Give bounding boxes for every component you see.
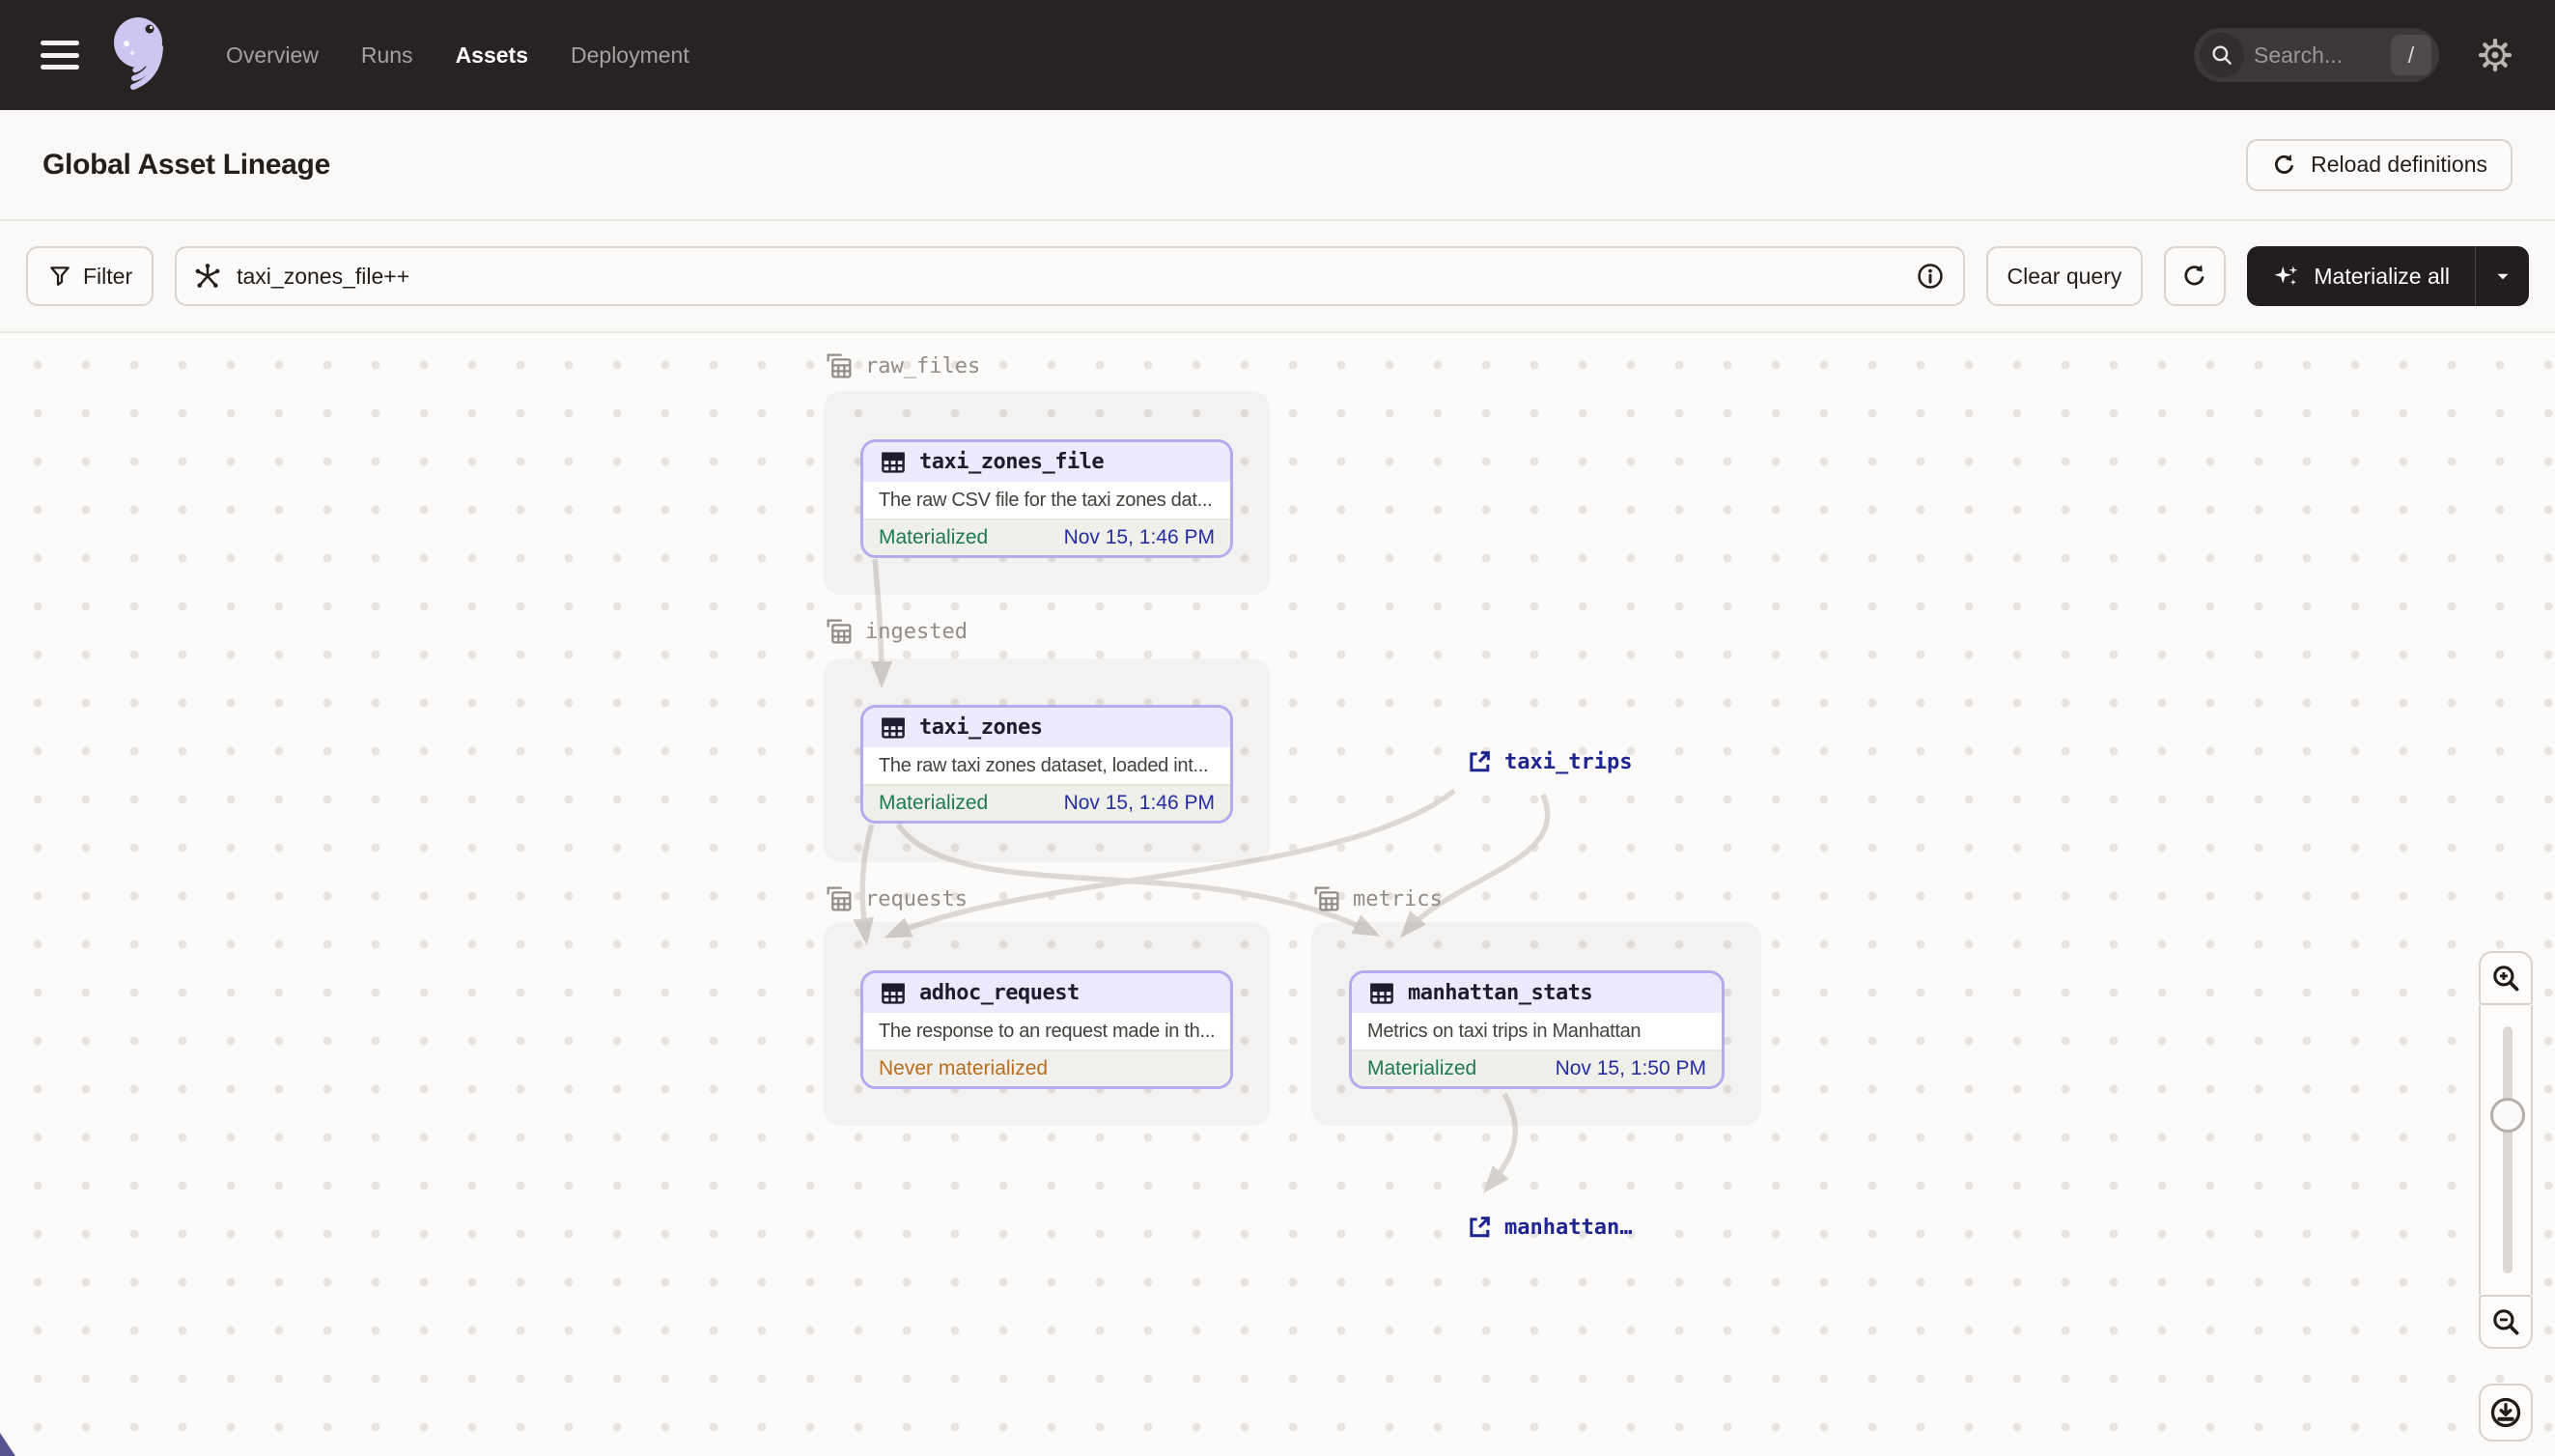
app-root: Overview Runs Assets Deployment / xyxy=(0,0,2555,1456)
table-icon xyxy=(879,714,908,742)
zoom-in-button[interactable] xyxy=(2479,951,2533,1005)
materialization-timestamp[interactable]: Nov 15, 1:46 PM xyxy=(1064,526,1215,549)
caret-down-icon xyxy=(2492,266,2513,287)
asset-node-taxi-zones-file[interactable]: taxi_zones_file The raw CSV file for the… xyxy=(860,439,1233,558)
sparkles-icon xyxy=(2272,262,2301,291)
app-header: Overview Runs Assets Deployment / xyxy=(0,0,2555,110)
hamburger-menu-icon[interactable] xyxy=(41,41,79,70)
table-icon xyxy=(879,448,908,477)
nav-item-overview[interactable]: Overview xyxy=(226,42,319,69)
group-label-ingested[interactable]: ingested xyxy=(824,616,968,647)
asset-description: The raw CSV file for the taxi zones dat.… xyxy=(863,482,1230,518)
nav-item-runs[interactable]: Runs xyxy=(361,42,413,69)
zoom-out-button[interactable] xyxy=(2479,1295,2533,1349)
asset-name: adhoc_request xyxy=(919,981,1080,1005)
asset-description: The raw taxi zones dataset, loaded int..… xyxy=(863,747,1230,784)
filter-label: Filter xyxy=(83,263,133,289)
external-asset-name: manhattan… xyxy=(1504,1215,1633,1240)
asset-node-header: taxi_zones xyxy=(863,708,1230,747)
lineage-toolbar: Filter Clear query xyxy=(0,221,2555,333)
group-label-raw-files[interactable]: raw_files xyxy=(824,350,980,381)
asset-query-input[interactable] xyxy=(175,246,1965,306)
external-link-icon xyxy=(1466,1214,1493,1241)
asset-description: Metrics on taxi trips in Manhattan xyxy=(1352,1013,1722,1050)
info-icon[interactable] xyxy=(1915,261,1946,292)
recenter-graph-button[interactable] xyxy=(2479,1384,2533,1442)
table-icon xyxy=(879,979,908,1008)
clear-query-button[interactable]: Clear query xyxy=(1985,246,2144,306)
search-icon xyxy=(2200,33,2244,77)
external-asset-manhattan[interactable]: manhattan… xyxy=(1466,1214,1632,1241)
asset-graph-icon xyxy=(192,261,223,292)
status-badge: Materialized xyxy=(879,526,989,548)
refresh-graph-button[interactable] xyxy=(2164,246,2227,306)
nav-item-assets[interactable]: Assets xyxy=(456,42,528,69)
dagster-logo-icon[interactable] xyxy=(112,16,172,94)
group-table-icon xyxy=(824,616,855,647)
asset-name: taxi_zones xyxy=(919,715,1043,740)
asset-name: taxi_zones_file xyxy=(919,450,1105,474)
global-search[interactable]: / xyxy=(2194,28,2439,82)
search-input[interactable] xyxy=(2244,42,2391,69)
asset-status-row: Materialized Nov 15, 1:46 PM xyxy=(863,784,1230,821)
status-badge: Materialized xyxy=(879,792,989,814)
external-link-icon xyxy=(1466,748,1493,775)
external-asset-name: taxi_trips xyxy=(1504,749,1633,774)
refresh-icon xyxy=(2180,262,2209,291)
group-name: requests xyxy=(865,886,968,911)
table-icon xyxy=(1367,979,1396,1008)
asset-node-manhattan-stats[interactable]: manhattan_stats Metrics on taxi trips in… xyxy=(1349,970,1725,1089)
search-shortcut-badge: / xyxy=(2391,35,2431,75)
reload-definitions-label: Reload definitions xyxy=(2311,152,2487,177)
zoom-slider-thumb[interactable] xyxy=(2490,1098,2525,1133)
asset-node-adhoc-request[interactable]: adhoc_request The response to an request… xyxy=(860,970,1233,1089)
nav-item-deployment[interactable]: Deployment xyxy=(571,42,689,69)
asset-node-header: manhattan_stats xyxy=(1352,973,1722,1013)
asset-query-field xyxy=(175,246,1965,306)
status-badge: Materialized xyxy=(1367,1057,1477,1079)
asset-node-taxi-zones[interactable]: taxi_zones The raw taxi zones dataset, l… xyxy=(860,705,1233,824)
asset-status-row: Materialized Nov 15, 1:50 PM xyxy=(1352,1050,1722,1086)
group-table-icon xyxy=(1311,883,1342,914)
materialize-options-button[interactable] xyxy=(2475,246,2529,306)
clear-query-label: Clear query xyxy=(2007,263,2122,289)
materialize-all-label: Materialize all xyxy=(2314,263,2450,289)
refresh-icon xyxy=(2271,152,2298,179)
asset-node-header: adhoc_request xyxy=(863,973,1230,1013)
reload-definitions-button[interactable]: Reload definitions xyxy=(2246,138,2513,191)
asset-status-row: Materialized Nov 15, 1:46 PM xyxy=(863,518,1230,555)
materialize-all-split-button: Materialize all xyxy=(2247,246,2529,306)
asset-node-header: taxi_zones_file xyxy=(863,442,1230,482)
materialization-timestamp[interactable]: Nov 15, 1:46 PM xyxy=(1064,792,1215,815)
group-table-icon xyxy=(824,350,855,381)
asset-description: The response to an request made in th... xyxy=(863,1013,1230,1050)
page-title-bar: Global Asset Lineage Reload definitions xyxy=(0,110,2555,221)
group-table-icon xyxy=(824,883,855,914)
asset-name: manhattan_stats xyxy=(1408,981,1593,1005)
materialize-all-button[interactable]: Materialize all xyxy=(2247,246,2475,306)
group-label-requests[interactable]: requests xyxy=(824,883,968,914)
main-nav: Overview Runs Assets Deployment xyxy=(226,42,689,69)
group-label-metrics[interactable]: metrics xyxy=(1311,883,1443,914)
zoom-slider-track[interactable] xyxy=(2503,1026,2513,1274)
zoom-slider[interactable] xyxy=(2479,1005,2533,1295)
lineage-edges xyxy=(853,558,1551,1193)
external-asset-taxi-trips[interactable]: taxi_trips xyxy=(1466,748,1632,775)
lineage-canvas[interactable]: raw_files taxi_zones_file The raw CSV fi… xyxy=(0,333,2555,1456)
materialization-timestamp[interactable]: Nov 15, 1:50 PM xyxy=(1556,1057,1706,1080)
filter-button[interactable]: Filter xyxy=(26,246,154,306)
group-name: metrics xyxy=(1353,886,1443,911)
settings-gear-icon[interactable] xyxy=(2476,36,2514,74)
minimap-corner-fragment xyxy=(0,1433,15,1456)
group-name: ingested xyxy=(865,619,968,644)
page-title: Global Asset Lineage xyxy=(42,148,330,181)
filter-funnel-icon xyxy=(47,264,72,289)
status-badge: Never materialized xyxy=(879,1057,1049,1079)
group-name: raw_files xyxy=(865,353,981,378)
asset-status-row: Never materialized xyxy=(863,1050,1230,1086)
zoom-controls xyxy=(2479,951,2533,1443)
